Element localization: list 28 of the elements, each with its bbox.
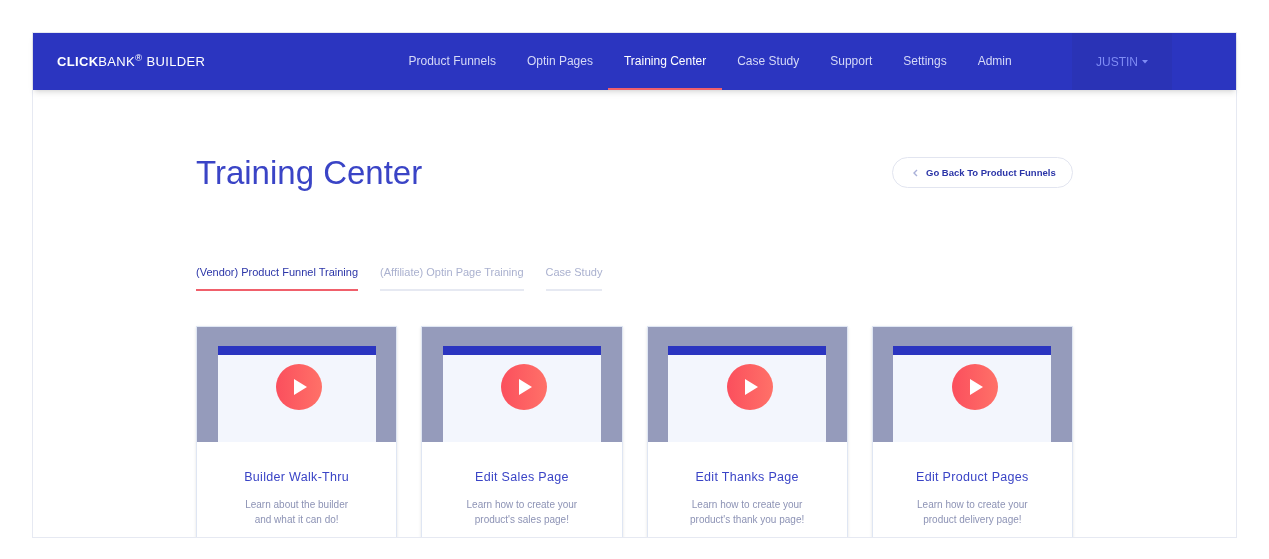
chevron-left-icon <box>913 168 918 177</box>
play-button-icon[interactable] <box>501 364 548 410</box>
video-description: Learn about the builder and what it can do! <box>244 497 350 527</box>
nav-link[interactable]: Admin <box>962 33 1028 90</box>
video-description: Learn how to create your product's sales page! <box>465 497 579 527</box>
brand-logo[interactable]: CLICKBANK$^{®}$ BUILDER <box>57 51 206 72</box>
video-title: Edit Sales Page <box>475 469 569 486</box>
video-title: Builder Walk-Thru <box>244 469 350 486</box>
video-card[interactable]: Edit Thanks Page Learn how to create your product's thank you page! <box>646 326 848 537</box>
video-card[interactable]: Edit Product Pages Learn how to create your product delivery page! <box>871 326 1073 537</box>
nav-link[interactable]: Product Funnels <box>393 33 512 90</box>
page-title: Training Center <box>196 153 423 193</box>
video-title: Edit Product Pages <box>916 469 1029 486</box>
nav-link[interactable]: Case Study <box>721 33 815 90</box>
video-title: Edit Thanks Page <box>695 469 799 486</box>
training-tab[interactable]: (Vendor) Product Funnel Training <box>196 263 359 291</box>
nav-link[interactable]: Settings <box>887 33 963 90</box>
video-card[interactable]: Edit Sales Page Learn how to create your product's sales page! <box>421 326 623 537</box>
nav-link[interactable]: Optin Pages <box>511 33 609 90</box>
video-description: Learn how to create your product's thank you page! <box>689 497 806 527</box>
video-card[interactable]: Builder Walk-Thru Learn about the builder and what it can do! <box>196 326 398 537</box>
play-button-icon[interactable] <box>276 364 322 410</box>
video-description: Learn how to create your product delivery page! <box>916 497 1029 527</box>
nav-link[interactable]: Training Center <box>608 33 722 90</box>
caret-down-icon <box>1142 59 1148 64</box>
play-button-icon[interactable] <box>726 364 773 410</box>
nav-link[interactable]: Support <box>814 33 888 90</box>
play-button-icon[interactable] <box>951 364 998 410</box>
